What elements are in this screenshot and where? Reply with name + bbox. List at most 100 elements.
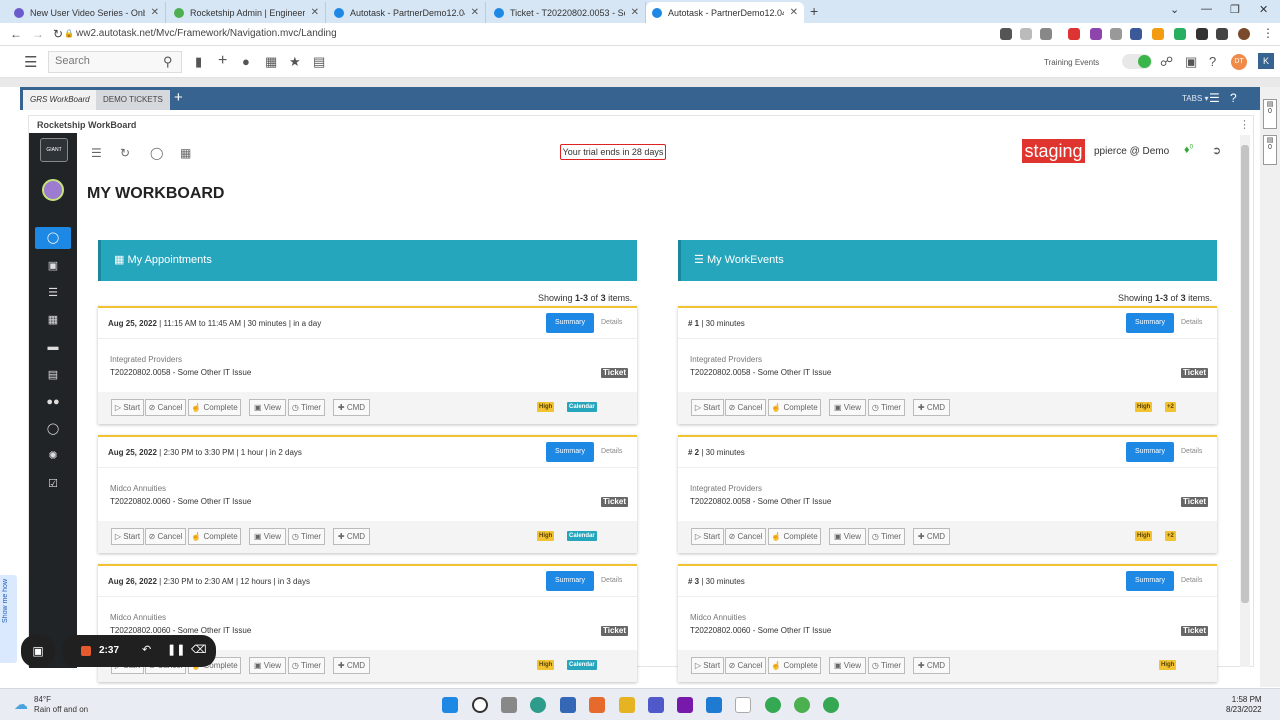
chat-icon[interactable]: ▣	[1185, 54, 1197, 70]
favorites-star-icon[interactable]: ★	[289, 54, 301, 70]
widgets-icon[interactable]	[501, 697, 517, 713]
timer-button[interactable]: ◷ Timer	[868, 657, 905, 674]
menu-icon[interactable]: ☰	[91, 146, 102, 160]
cancel-button[interactable]: ⊘ Cancel	[725, 657, 766, 674]
summary-button[interactable]: Summary	[1126, 571, 1174, 591]
add-icon[interactable]: +	[218, 52, 227, 70]
start-button[interactable]: ▷ Start	[691, 528, 724, 545]
start-button[interactable]: ▷ Start	[691, 657, 724, 674]
sidebar-item-bed[interactable]: ▬	[35, 336, 71, 358]
app-icon[interactable]	[794, 697, 810, 713]
browser-tab[interactable]: Rocketship Admin | Engineer Wo✕	[168, 2, 326, 23]
summary-button[interactable]: Summary	[546, 313, 594, 333]
search-icon[interactable]: ⚲	[163, 54, 173, 70]
timer-button[interactable]: ◷ Timer	[868, 528, 905, 545]
trial-banner[interactable]: Your trial ends in 28 days	[560, 144, 666, 160]
close-tab-icon[interactable]: ✕	[790, 7, 798, 18]
forward-icon[interactable]: →	[32, 27, 44, 41]
extension-blue-icon[interactable]	[1130, 28, 1142, 40]
dashboard-gauge-icon[interactable]: ◯	[150, 146, 163, 160]
summary-button[interactable]: Summary	[1126, 313, 1174, 333]
show-me-how-tab[interactable]: Show me how	[0, 575, 17, 663]
browser-tab[interactable]: Autotask - PartnerDemo12.04.20✕	[646, 2, 804, 23]
frame-menu-icon[interactable]: ⋮	[1239, 118, 1250, 131]
cancel-button[interactable]: ⊘ Cancel	[725, 399, 766, 416]
teams-icon[interactable]	[648, 697, 664, 713]
bookmark-star-icon[interactable]	[1040, 28, 1052, 40]
store-icon[interactable]	[560, 697, 576, 713]
details-link[interactable]: Details	[1181, 319, 1202, 326]
start-button[interactable]	[442, 697, 458, 713]
tab-demo-tickets[interactable]: DEMO TICKETS	[96, 90, 170, 110]
view-button[interactable]: ▣ View	[829, 528, 866, 545]
calendar-icon[interactable]: ▤	[313, 54, 325, 70]
complete-button[interactable]: ☝ Complete	[768, 528, 821, 545]
scrollbar-thumb[interactable]	[1241, 145, 1249, 603]
sidebar-avatar[interactable]	[42, 179, 64, 201]
hamburger-menu-icon[interactable]: ☰	[24, 53, 37, 71]
back-icon[interactable]: ←	[10, 27, 22, 41]
vscode-icon[interactable]	[706, 697, 722, 713]
collapse-icon[interactable]: K	[1258, 53, 1274, 69]
trash-icon[interactable]: ⌫	[191, 643, 207, 656]
browser-tab[interactable]: New User Video Series - Onboar✕	[8, 2, 166, 23]
dashboard-icon[interactable]: ▦	[265, 54, 277, 70]
close-tab-icon[interactable]: ✕	[471, 7, 479, 18]
view-button[interactable]: ▣ View	[829, 657, 866, 674]
training-events-toggle[interactable]	[1122, 54, 1152, 69]
cancel-button[interactable]: ⊘ Cancel	[725, 528, 766, 545]
details-link[interactable]: Details	[1181, 577, 1202, 584]
search-icon[interactable]	[472, 697, 488, 713]
view-button[interactable]: ▣ View	[249, 528, 286, 545]
user-avatar[interactable]: DT	[1231, 54, 1247, 70]
logout-icon[interactable]: ➲	[1212, 144, 1221, 157]
extensions-puzzle-icon[interactable]	[1196, 28, 1208, 40]
timer-button[interactable]: ◷ Timer	[288, 528, 325, 545]
new-tab-button[interactable]: +	[810, 3, 818, 19]
sidebar-item-globe[interactable]: ◯	[35, 418, 71, 440]
cancel-button[interactable]: ⊘ Cancel	[145, 399, 186, 416]
cmd-button[interactable]: ✚ CMD	[913, 528, 950, 545]
timer-button[interactable]: ◷ Timer	[288, 399, 325, 416]
weather-widget[interactable]: 84°F Rain off and on	[34, 695, 88, 715]
sidebar-item-bug[interactable]: ✺	[35, 445, 71, 467]
complete-button[interactable]: ☝ Complete	[768, 399, 821, 416]
complete-button[interactable]: ☝ Complete	[188, 528, 241, 545]
file-explorer-icon[interactable]	[619, 697, 635, 713]
reports-chart-icon[interactable]: ▮	[195, 54, 202, 70]
ticket-title[interactable]: T20220802.0058 - Some Other IT Issue	[110, 368, 251, 377]
tab-grs-workboard[interactable]: GRS WorkBoard	[23, 90, 97, 110]
sidebar-item-tasks[interactable]: ☑	[35, 473, 71, 495]
cancel-button[interactable]: ⊘ Cancel	[145, 528, 186, 545]
undo-icon[interactable]: ↶	[142, 643, 151, 656]
extension-gray-icon[interactable]	[1110, 28, 1122, 40]
help-icon[interactable]: ?	[1209, 54, 1216, 69]
add-tab-button[interactable]: +	[174, 89, 183, 106]
ticket-title[interactable]: T20220802.0058 - Some Other IT Issue	[690, 368, 831, 377]
chrome-icon[interactable]	[765, 697, 781, 713]
sidebar-item-list[interactable]: ☰	[35, 282, 71, 304]
start-button[interactable]: ▷ Start	[111, 528, 144, 545]
link-icon[interactable]: ☍	[1160, 54, 1173, 70]
details-link[interactable]: Details	[601, 448, 622, 455]
ticket-title[interactable]: T20220802.0060 - Some Other IT Issue	[690, 626, 831, 635]
ticket-title[interactable]: T20220802.0058 - Some Other IT Issue	[690, 497, 831, 506]
summary-button[interactable]: Summary	[546, 442, 594, 462]
grid-icon[interactable]: ▦	[180, 146, 191, 160]
sidebar-item-table[interactable]: ▤	[35, 364, 71, 386]
system-clock[interactable]: 1:58 PM 8/23/2022	[1226, 695, 1262, 715]
reload-icon[interactable]: ↻	[53, 27, 63, 41]
maximize-button[interactable]: ❐	[1230, 3, 1240, 16]
cmd-button[interactable]: ✚ CMD	[333, 528, 370, 545]
extension-red-icon[interactable]	[1068, 28, 1080, 40]
extension-orange-icon[interactable]	[1152, 28, 1164, 40]
close-tab-icon[interactable]: ✕	[151, 7, 159, 18]
profile-avatar[interactable]	[1238, 28, 1250, 40]
cmd-button[interactable]: ✚ CMD	[333, 399, 370, 416]
view-button[interactable]: ▣ View	[249, 657, 286, 674]
start-button[interactable]: ▷ Start	[111, 399, 144, 416]
close-tab-icon[interactable]: ✕	[631, 7, 639, 18]
sidebar-item-inbox[interactable]: ▣	[35, 255, 71, 277]
chrome-profile-icon[interactable]	[823, 697, 839, 713]
list-menu-icon[interactable]: ☰	[1209, 91, 1220, 105]
